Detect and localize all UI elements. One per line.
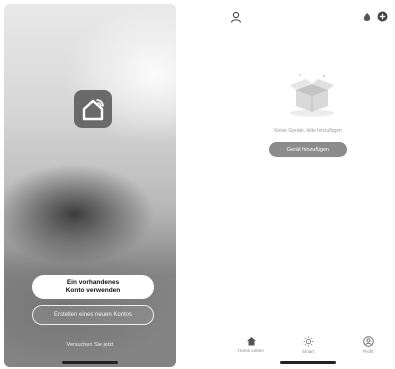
empty-box-illustration — [290, 74, 334, 117]
use-existing-account-button[interactable]: Ein vorhandenes Konto verwenden — [32, 275, 154, 299]
empty-state-text: Keine Geräte, bitte hinzufügen — [274, 128, 342, 134]
home-icon — [246, 337, 256, 346]
home-indicator — [62, 361, 118, 364]
add-device-button[interactable]: Gerät hinzufügen — [269, 142, 347, 157]
home-indicator — [280, 361, 336, 364]
tab-profile[interactable]: Profil — [348, 336, 388, 354]
tab-home-label: Home Leben — [238, 348, 264, 353]
add-device-label: Gerät hinzufügen — [286, 146, 330, 153]
tab-profile-label: Profil — [362, 349, 374, 354]
create-account-button[interactable]: Erstellen eines neuen Kontos — [32, 305, 154, 325]
smart-home-wifi-icon — [82, 99, 104, 121]
add-circle-icon[interactable] — [377, 11, 388, 22]
profile-icon — [362, 336, 374, 347]
login-button-line1: Ein vorhandenes — [66, 279, 120, 286]
app-logo — [74, 90, 112, 128]
voice-assistant-icon[interactable] — [362, 12, 372, 22]
tab-smart[interactable]: Smart — [288, 336, 328, 354]
sun-icon — [303, 336, 313, 347]
try-now-link[interactable]: Versuchen Sie jetzt — [4, 342, 176, 348]
login-screen: Ein vorhandenes Konto verwenden Erstelle… — [4, 4, 176, 367]
tab-home[interactable]: Home Leben — [231, 336, 271, 353]
user-icon[interactable] — [230, 11, 242, 23]
register-button-label: Erstellen eines neuen Kontos — [53, 312, 133, 318]
device-list-screen: Keine Geräte, bitte hinzufügen Gerät hin… — [222, 4, 394, 367]
login-button-line2: Konto verwenden — [65, 287, 121, 294]
tab-smart-label: Smart — [301, 349, 314, 354]
